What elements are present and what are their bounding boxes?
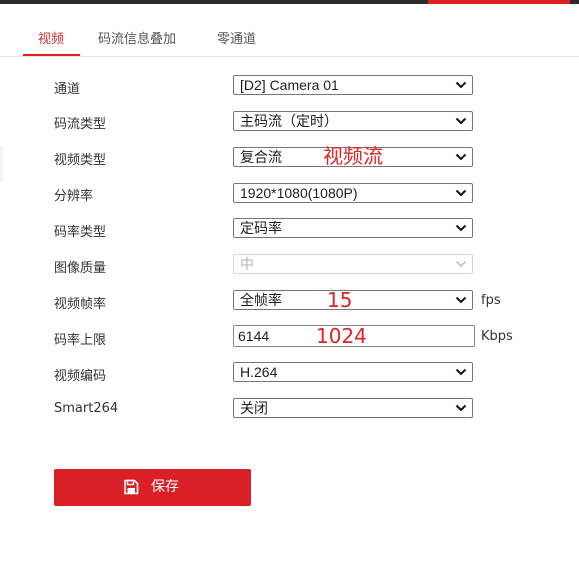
chevron-down-icon xyxy=(455,296,467,304)
chevron-down-icon xyxy=(455,404,467,412)
smart264-select[interactable]: 关闭 xyxy=(233,398,473,418)
stream-type-label: 码流类型 xyxy=(54,117,107,132)
bitrate-type-select[interactable]: 定码率 xyxy=(233,218,473,238)
frame-rate-select[interactable]: 全帧率 xyxy=(233,290,473,310)
channel-select[interactable]: [D2] Camera 01 xyxy=(233,75,473,95)
frame-rate-unit: fps xyxy=(481,293,501,308)
video-encoding-label: 视频编码 xyxy=(54,369,107,384)
chevron-down-icon xyxy=(455,189,467,197)
video-type-value: 复合流 xyxy=(240,149,282,165)
save-icon xyxy=(124,479,139,495)
frame-rate-label: 视频帧率 xyxy=(54,297,107,312)
bitrate-limit-input[interactable]: 6144 xyxy=(233,325,475,347)
chevron-down-icon xyxy=(455,260,467,268)
tab-bar: 视频 码流信息叠加 零通道 xyxy=(0,24,579,57)
image-quality-value: 中 xyxy=(240,256,254,272)
channel-value: [D2] Camera 01 xyxy=(240,77,339,93)
chevron-down-icon xyxy=(455,153,467,161)
resolution-label: 分辨率 xyxy=(54,189,94,204)
stream-type-value: 主码流（定时） xyxy=(240,113,338,129)
bitrate-limit-value: 6144 xyxy=(238,328,270,344)
channel-label: 通道 xyxy=(54,82,81,97)
active-tab-indicator xyxy=(23,54,80,56)
chevron-down-icon xyxy=(455,81,467,89)
top-bar-accent xyxy=(428,0,570,4)
video-encoding-select[interactable]: H.264 xyxy=(233,362,473,382)
video-type-label: 视频类型 xyxy=(54,153,107,168)
top-bar xyxy=(0,0,579,4)
smart264-value: 关闭 xyxy=(240,400,268,416)
stream-type-select[interactable]: 主码流（定时） xyxy=(233,111,473,131)
video-encoding-value: H.264 xyxy=(240,364,278,380)
bitrate-limit-label: 码率上限 xyxy=(54,333,107,348)
image-quality-select: 中 xyxy=(233,254,473,274)
bitrate-type-label: 码率类型 xyxy=(54,225,107,240)
tab-stream-overlay[interactable]: 码流信息叠加 xyxy=(98,28,176,47)
save-button[interactable]: 保存 xyxy=(54,469,251,506)
frame-rate-value: 全帧率 xyxy=(240,292,282,308)
left-edge-marker xyxy=(0,146,3,182)
video-type-select[interactable]: 复合流 xyxy=(233,147,473,167)
tab-zero-channel[interactable]: 零通道 xyxy=(217,28,256,47)
chevron-down-icon xyxy=(455,224,467,232)
chevron-down-icon xyxy=(455,368,467,376)
save-button-label: 保存 xyxy=(151,479,179,495)
smart264-label: Smart264 xyxy=(54,401,119,416)
resolution-select[interactable]: 1920*1080(1080P) xyxy=(233,183,473,203)
chevron-down-icon xyxy=(455,117,467,125)
bitrate-limit-unit: Kbps xyxy=(481,329,513,344)
resolution-value: 1920*1080(1080P) xyxy=(240,185,358,201)
tab-video[interactable]: 视频 xyxy=(38,28,64,47)
bitrate-type-value: 定码率 xyxy=(240,220,282,236)
image-quality-label: 图像质量 xyxy=(54,261,107,276)
